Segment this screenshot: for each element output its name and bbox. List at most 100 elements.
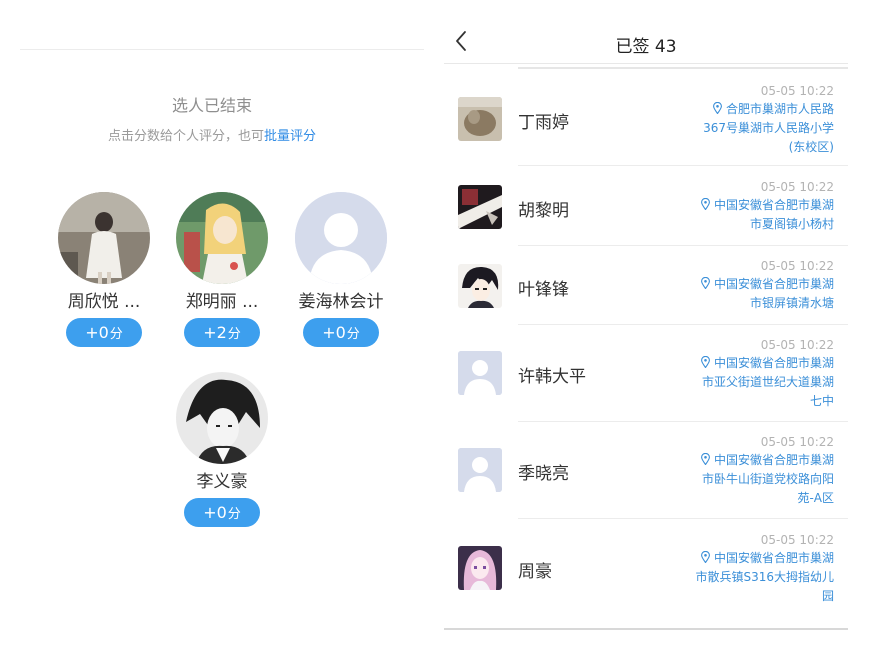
location-line: 中国安徽省合肥市巢湖 xyxy=(674,196,834,215)
grading-hint: 点击分数给个人评分，也可批量评分 xyxy=(0,125,424,144)
member-name: 周豪 xyxy=(518,562,552,582)
location-line: 园 xyxy=(821,589,834,603)
sign-in-time: 05-05 10:22 xyxy=(760,259,834,273)
sign-in-location: 合肥市巢湖市人民路 367号巢湖市人民路小学 (东校区) xyxy=(674,100,834,157)
sign-in-time: 05-05 10:22 xyxy=(760,180,834,194)
avatar[interactable] xyxy=(176,192,268,284)
location-line: (东校区) xyxy=(788,140,834,154)
selection-ended-title: 选人已结束 xyxy=(171,96,252,115)
avatar-illustration-anime xyxy=(458,264,502,308)
sign-in-time: 05-05 10:22 xyxy=(760,338,834,352)
location-line: 市银屏镇清水塘 xyxy=(749,296,834,310)
sign-in-location: 中国安徽省合肥市巢湖 市夏阁镇小杨村 xyxy=(674,196,834,234)
person-name: 周欣悦 ... xyxy=(67,292,141,312)
member-name: 叶锋锋 xyxy=(518,280,569,300)
location-line: 七中 xyxy=(809,394,834,408)
sign-in-time: 05-05 10:22 xyxy=(760,84,834,98)
score-button[interactable]: +0分 xyxy=(303,318,379,347)
person-card: 周欣悦 ... +0分 xyxy=(39,192,169,347)
divider xyxy=(444,628,848,630)
batch-grade-link[interactable]: 批量评分 xyxy=(264,129,316,144)
default-user-icon xyxy=(458,351,502,395)
list-top-edge xyxy=(518,67,848,69)
person-name: 李义豪 xyxy=(196,472,248,492)
sign-in-location: 中国安徽省合肥市巢湖 市散兵镇S316大拇指幼儿 园 xyxy=(674,549,834,606)
location-line: 中国安徽省合肥市巢湖 xyxy=(674,354,834,373)
person-name: 郑明丽 ... xyxy=(185,292,259,312)
member-name: 丁雨婷 xyxy=(518,113,569,133)
score-value: +0 xyxy=(85,323,109,342)
score-button[interactable]: +0分 xyxy=(66,318,142,347)
divider xyxy=(20,49,424,50)
person-card: 郑明丽 ... +2分 xyxy=(157,192,287,347)
score-value: +0 xyxy=(322,323,346,342)
score-button[interactable]: +2分 xyxy=(184,318,260,347)
score-unit: 分 xyxy=(227,327,241,342)
location-pin-icon xyxy=(701,453,710,465)
location-pin-icon xyxy=(701,198,710,210)
avatar-illustration-pink-hair xyxy=(458,546,502,590)
sign-in-location: 中国安徽省合肥市巢湖 市银屏镇清水塘 xyxy=(674,275,834,313)
location-pin-icon xyxy=(701,356,710,368)
location-line: 市亚父街道世纪大道巢湖 xyxy=(701,375,834,389)
avatar xyxy=(458,97,502,141)
location-line: 市夏阁镇小杨村 xyxy=(749,217,834,231)
location-line: 市卧牛山街道党校路向阳 xyxy=(701,472,834,486)
person-card: 姜海林会计 +0分 xyxy=(276,192,406,347)
avatar-placeholder xyxy=(458,351,502,395)
score-unit: 分 xyxy=(109,327,123,342)
score-unit: 分 xyxy=(346,327,360,342)
list-item[interactable]: 周豪 05-05 10:22 中国安徽省合肥市巢湖 市散兵镇S316大拇指幼儿 … xyxy=(444,533,848,617)
avatar-placeholder[interactable] xyxy=(295,192,387,284)
list-item[interactable]: 许韩大平 05-05 10:22 中国安徽省合肥市巢湖 市亚父街道世纪大道巢湖 … xyxy=(444,338,848,422)
avatar[interactable] xyxy=(58,192,150,284)
person-card: 李义豪 +0分 xyxy=(157,372,287,527)
nav-bar: 已签 43 xyxy=(444,0,848,64)
divider xyxy=(444,63,848,64)
list-item[interactable]: 胡黎明 05-05 10:22 中国安徽省合肥市巢湖 市夏阁镇小杨村 xyxy=(444,180,848,246)
list-item[interactable]: 季晓亮 05-05 10:22 中国安徽省合肥市巢湖 市卧牛山街道党校路向阳 苑… xyxy=(444,435,848,519)
person-name: 姜海林会计 xyxy=(298,292,384,312)
location-line: 中国安徽省合肥市巢湖 xyxy=(674,549,834,568)
location-line: 367号巢湖市人民路小学 xyxy=(703,121,834,135)
divider xyxy=(518,324,848,325)
avatar-illustration-blonde-girl xyxy=(176,192,268,284)
member-name: 许韩大平 xyxy=(518,367,586,387)
score-button[interactable]: +0分 xyxy=(184,498,260,527)
grading-panel: 选人已结束 点击分数给个人评分，也可批量评分 周欣悦 ... +0分 郑明丽 .… xyxy=(0,0,424,651)
divider xyxy=(518,245,848,246)
page-title: 已签 43 xyxy=(615,37,677,57)
avatar xyxy=(458,546,502,590)
score-unit: 分 xyxy=(227,507,241,522)
avatar-photo-cat xyxy=(458,97,502,141)
sign-in-time: 05-05 10:22 xyxy=(760,435,834,449)
default-user-icon xyxy=(295,192,387,284)
list-item[interactable]: 丁雨婷 05-05 10:22 合肥市巢湖市人民路 367号巢湖市人民路小学 (… xyxy=(444,84,848,166)
member-name: 季晓亮 xyxy=(518,464,569,484)
location-pin-icon xyxy=(701,277,710,289)
sign-in-location: 中国安徽省合肥市巢湖 市亚父街道世纪大道巢湖 七中 xyxy=(674,354,834,411)
location-pin-icon xyxy=(713,102,722,114)
avatar xyxy=(458,185,502,229)
avatar[interactable] xyxy=(176,372,268,464)
avatar-placeholder xyxy=(458,448,502,492)
signed-in-list-panel: 已签 43 丁雨婷 05-05 10:22 合肥市巢湖市人民路 367号巢湖市人… xyxy=(444,0,848,630)
avatar xyxy=(458,264,502,308)
score-value: +2 xyxy=(203,323,227,342)
location-line: 合肥市巢湖市人民路 xyxy=(674,100,834,119)
avatar-illustration-dark-hair-boy xyxy=(176,372,268,464)
default-user-icon xyxy=(458,448,502,492)
divider xyxy=(518,421,848,422)
sign-in-location: 中国安徽省合肥市巢湖 市卧牛山街道党校路向阳 苑-A区 xyxy=(674,451,834,508)
divider xyxy=(518,165,848,166)
divider xyxy=(518,518,848,519)
list-item[interactable]: 叶锋锋 05-05 10:22 中国安徽省合肥市巢湖 市银屏镇清水塘 xyxy=(444,259,848,325)
score-value: +0 xyxy=(203,503,227,522)
location-line: 中国安徽省合肥市巢湖 xyxy=(674,451,834,470)
location-line: 苑-A区 xyxy=(797,491,834,505)
location-line: 中国安徽省合肥市巢湖 xyxy=(674,275,834,294)
avatar-illustration-dark xyxy=(458,185,502,229)
location-pin-icon xyxy=(701,551,710,563)
screen: 选人已结束 点击分数给个人评分，也可批量评分 周欣悦 ... +0分 郑明丽 .… xyxy=(0,0,869,651)
location-line: 市散兵镇S316大拇指幼儿 xyxy=(695,570,834,584)
